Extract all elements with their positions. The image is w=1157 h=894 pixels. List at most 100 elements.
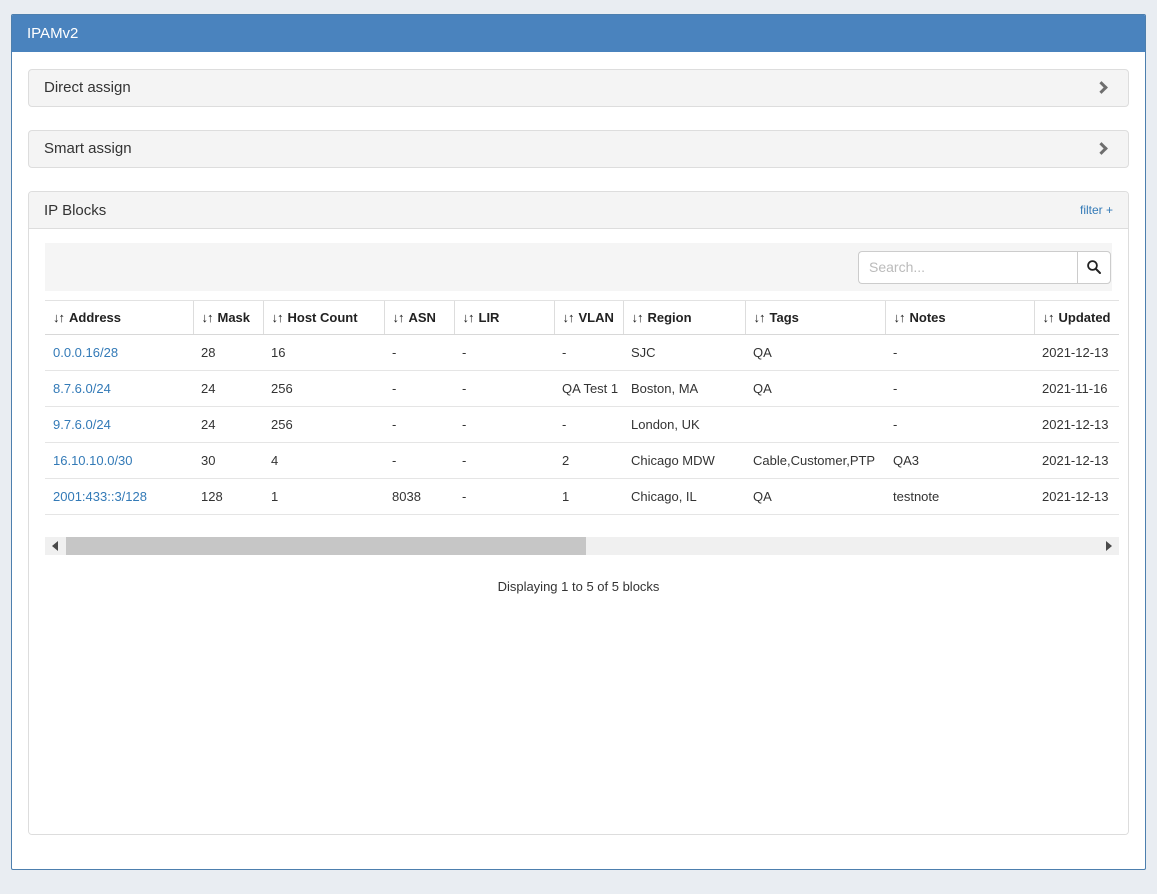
cell-vlan: QA Test 1	[554, 371, 623, 407]
table-row: 8.7.6.0/2424256--QA Test 1Boston, MAQA-2…	[45, 371, 1119, 407]
column-header-asn[interactable]: ↓↑ ASN	[384, 301, 454, 335]
cell-asn: 8038	[384, 479, 454, 515]
cell-tags: QA	[745, 335, 885, 371]
cell-address: 9.7.6.0/24	[45, 407, 193, 443]
sort-icon: ↓↑	[894, 310, 905, 325]
ip-blocks-table: ↓↑Address↓↑Mask↓↑Host Count↓↑ASN↓↑LIR↓↑V…	[45, 300, 1119, 515]
cell-vlan: -	[554, 407, 623, 443]
smart-assign-panel[interactable]: Smart assign	[28, 130, 1129, 168]
cell-address: 0.0.0.16/28	[45, 335, 193, 371]
cell-updated: 2021-12-13	[1034, 479, 1119, 515]
column-label: ASN	[409, 310, 436, 325]
ip-blocks-body: ↓↑Address↓↑Mask↓↑Host Count↓↑ASN↓↑LIR↓↑V…	[29, 229, 1128, 834]
column-label: Host Count	[288, 310, 358, 325]
cell-asn: -	[384, 335, 454, 371]
cell-notes: testnote	[885, 479, 1034, 515]
cell-region: London, UK	[623, 407, 745, 443]
table-row: 0.0.0.16/282816---SJCQA-2021-12-13	[45, 335, 1119, 371]
cell-updated: 2021-12-13	[1034, 335, 1119, 371]
column-header-updated[interactable]: ↓↑ Updated	[1034, 301, 1119, 335]
cell-vlan: 2	[554, 443, 623, 479]
cell-notes: QA3	[885, 443, 1034, 479]
column-header-notes[interactable]: ↓↑ Notes	[885, 301, 1034, 335]
sort-icon: ↓↑	[632, 310, 643, 325]
ip-blocks-panel: IP Blocks filter +	[28, 191, 1129, 835]
address-link[interactable]: 8.7.6.0/24	[53, 381, 111, 396]
column-label: Notes	[910, 310, 946, 325]
cell-host-count: 1	[263, 479, 384, 515]
cell-address: 8.7.6.0/24	[45, 371, 193, 407]
horizontal-scrollbar[interactable]	[45, 537, 1119, 555]
column-label: LIR	[479, 310, 500, 325]
ip-blocks-heading: IP Blocks filter +	[29, 192, 1128, 229]
cell-tags: QA	[745, 371, 885, 407]
cell-mask: 128	[193, 479, 263, 515]
sort-icon: ↓↑	[53, 310, 64, 325]
app-window: IPAMv2 Direct assign Smart assign IP Blo…	[11, 14, 1146, 870]
scroll-right-arrow-icon[interactable]	[1106, 541, 1112, 551]
column-label: Address	[69, 310, 121, 325]
app-title: IPAMv2	[27, 25, 78, 42]
column-header-tags[interactable]: ↓↑Tags	[745, 301, 885, 335]
cell-mask: 24	[193, 407, 263, 443]
cell-lir: -	[454, 335, 554, 371]
chevron-right-icon	[1095, 142, 1108, 155]
smart-assign-label: Smart assign	[29, 131, 132, 167]
cell-notes: -	[885, 371, 1034, 407]
chevron-right-icon	[1095, 81, 1108, 94]
cell-tags	[745, 407, 885, 443]
column-header-vlan[interactable]: ↓↑ VLAN	[554, 301, 623, 335]
cell-host-count: 256	[263, 407, 384, 443]
search-button[interactable]	[1077, 251, 1111, 284]
cell-lir: -	[454, 407, 554, 443]
cell-address: 2001:433::3/128	[45, 479, 193, 515]
address-link[interactable]: 0.0.0.16/28	[53, 345, 118, 360]
cell-tags: Cable,Customer,PTP	[745, 443, 885, 479]
column-label: Updated	[1059, 310, 1111, 325]
cell-asn: -	[384, 371, 454, 407]
scroll-left-arrow-icon[interactable]	[52, 541, 58, 551]
column-label: Tags	[770, 310, 799, 325]
search-input[interactable]	[858, 251, 1077, 284]
cell-asn: -	[384, 443, 454, 479]
sort-icon: ↓↑	[393, 310, 404, 325]
cell-mask: 28	[193, 335, 263, 371]
cell-region: SJC	[623, 335, 745, 371]
app-title-bar: IPAMv2	[12, 15, 1145, 52]
scrollbar-thumb[interactable]	[66, 537, 586, 555]
cell-vlan: 1	[554, 479, 623, 515]
direct-assign-panel[interactable]: Direct assign	[28, 69, 1129, 107]
column-header-region[interactable]: ↓↑ Region	[623, 301, 745, 335]
column-header-mask[interactable]: ↓↑Mask	[193, 301, 263, 335]
column-header-host-count[interactable]: ↓↑ Host Count	[263, 301, 384, 335]
address-link[interactable]: 16.10.10.0/30	[53, 453, 133, 468]
cell-lir: -	[454, 371, 554, 407]
column-label: VLAN	[579, 310, 614, 325]
cell-host-count: 4	[263, 443, 384, 479]
sort-icon: ↓↑	[563, 310, 574, 325]
direct-assign-label: Direct assign	[29, 70, 131, 106]
sort-icon: ↓↑	[1043, 310, 1054, 325]
filter-link[interactable]: filter +	[1080, 203, 1113, 217]
column-header-lir[interactable]: ↓↑ LIR	[454, 301, 554, 335]
cell-updated: 2021-12-13	[1034, 443, 1119, 479]
column-header-address[interactable]: ↓↑ Address	[45, 301, 193, 335]
address-link[interactable]: 2001:433::3/128	[53, 489, 147, 504]
cell-lir: -	[454, 479, 554, 515]
cell-lir: -	[454, 443, 554, 479]
cell-region: Chicago MDW	[623, 443, 745, 479]
column-label: Mask	[218, 310, 251, 325]
cell-host-count: 256	[263, 371, 384, 407]
cell-notes: -	[885, 407, 1034, 443]
cell-vlan: -	[554, 335, 623, 371]
main-content: Direct assign Smart assign IP Blocks fil…	[12, 52, 1145, 870]
table-header-row: ↓↑Address↓↑Mask↓↑Host Count↓↑ASN↓↑LIR↓↑V…	[45, 301, 1119, 335]
cell-region: Chicago, IL	[623, 479, 745, 515]
sort-icon: ↓↑	[272, 310, 283, 325]
table-row: 9.7.6.0/2424256---London, UK-2021-12-13	[45, 407, 1119, 443]
address-link[interactable]: 9.7.6.0/24	[53, 417, 111, 432]
cell-updated: 2021-12-13	[1034, 407, 1119, 443]
search-group	[858, 251, 1111, 284]
sort-icon: ↓↑	[463, 310, 474, 325]
column-label: Region	[648, 310, 692, 325]
